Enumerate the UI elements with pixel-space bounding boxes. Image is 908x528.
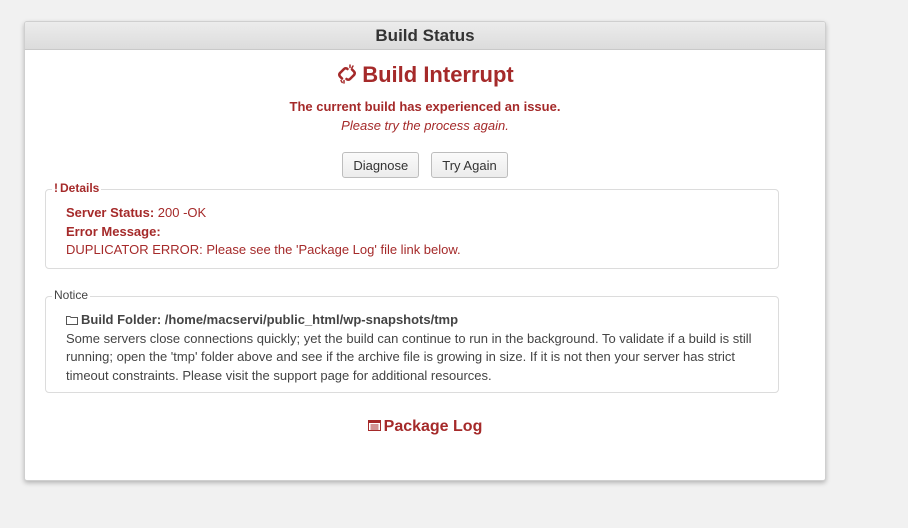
status-sub-message: Please try the process again.: [341, 118, 509, 133]
details-legend-text: Details: [60, 181, 100, 195]
build-interrupt-title: Build Interrupt: [25, 62, 825, 88]
status-message: The current build has experienced an iss…: [289, 99, 561, 114]
build-folder-line: Build Folder: /home/macservi/public_html…: [66, 311, 766, 330]
package-log-row: Package Log: [25, 418, 825, 436]
folder-icon: [66, 312, 78, 325]
panel-header: Build Status: [25, 22, 825, 50]
server-status-value: 200 -OK: [154, 205, 207, 220]
build-folder-path: Build Folder: /home/macservi/public_html…: [81, 312, 459, 327]
details-section: ! Details Server Status: 200 -OK Error Me…: [45, 181, 779, 269]
notice-section: Notice Build Folder: /home/macservi/publ…: [45, 288, 779, 393]
notice-content: Build Folder: /home/macservi/public_html…: [66, 311, 766, 385]
server-status-label: Server Status:: [66, 205, 155, 220]
details-content: Server Status: 200 -OK Error Message: DU…: [66, 204, 461, 260]
diagnose-button[interactable]: Diagnose: [342, 152, 420, 178]
notice-legend: Notice: [52, 288, 91, 302]
error-message-label: Error Message:: [66, 223, 161, 239]
error-message-text: DUPLICATOR ERROR: Please see the 'Packag…: [66, 242, 461, 257]
notice-text: Some servers close connections quickly; …: [66, 330, 752, 383]
log-list-icon: [367, 418, 381, 431]
exclamation-icon: !: [54, 181, 58, 195]
build-status-panel: Build Status Build Interrupt The current…: [24, 21, 826, 481]
try-again-button[interactable]: Try Again: [431, 152, 508, 178]
server-status-line: Server Status: 200 -OK: [66, 204, 461, 223]
action-buttons: Diagnose Try Again: [25, 152, 825, 178]
broken-link-icon: [336, 63, 358, 85]
details-legend: ! Details: [52, 181, 102, 195]
package-log-link[interactable]: Package Log: [367, 418, 483, 435]
package-log-label[interactable]: Package Log: [384, 418, 483, 435]
build-interrupt-text: Build Interrupt: [362, 62, 514, 87]
